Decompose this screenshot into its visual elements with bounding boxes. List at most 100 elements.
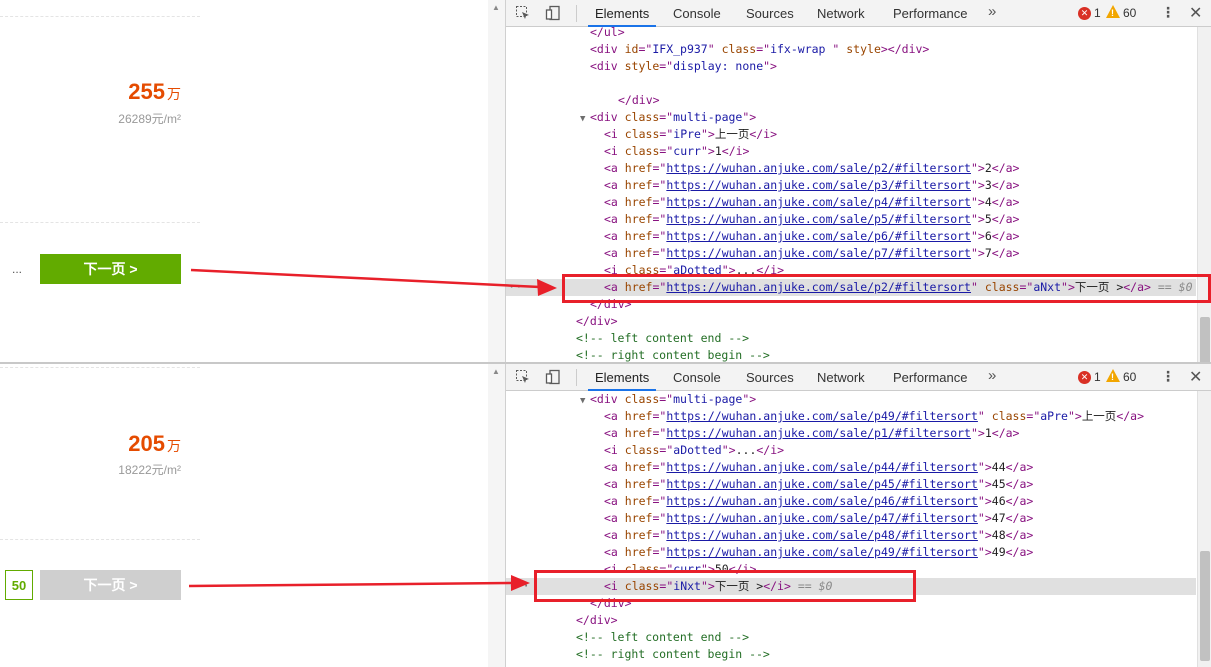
more-tabs-icon[interactable]: » [988,3,996,20]
href-link[interactable]: https://wuhan.anjuke.com/sale/p1/#filter… [666,426,971,440]
dom-node-line[interactable]: <a href="https://wuhan.anjuke.com/sale/p… [506,544,1196,561]
dom-node-line[interactable]: </div> [506,313,1196,330]
dom-node-line[interactable]: <a href="https://wuhan.anjuke.com/sale/p… [506,177,1196,194]
href-link[interactable]: https://wuhan.anjuke.com/sale/p45/#filte… [666,477,978,491]
code-token: </a> [991,229,1020,243]
warning-count[interactable]: 60 [1123,370,1136,384]
dom-node-line[interactable]: <i class="iPre">上一页</i> [506,126,1196,143]
code-token: "> [970,195,985,209]
href-link[interactable]: https://wuhan.anjuke.com/sale/p47/#filte… [666,511,978,525]
page-scrollbar[interactable]: ▲ [488,364,505,667]
inspect-icon[interactable] [515,369,531,385]
dom-node-line[interactable]: <a href="https://wuhan.anjuke.com/sale/p… [506,425,1196,442]
dom-node-line[interactable]: <div style="display: none"> [506,58,1196,75]
code-token: <a [604,511,625,525]
close-icon[interactable]: ✕ [1189,367,1202,387]
code-token: href [624,195,653,209]
href-link[interactable]: https://wuhan.anjuke.com/sale/p3/#filter… [666,178,971,192]
scroll-up-icon[interactable]: ▲ [492,367,500,376]
dom-node-line[interactable]: <a href="https://wuhan.anjuke.com/sale/p… [506,228,1196,245]
dom-node-line[interactable]: <i class="curr">1</i> [506,143,1196,160]
error-count[interactable]: 1 [1094,370,1101,384]
dom-node-line[interactable]: </div> [506,92,1196,109]
scroll-up-icon[interactable]: ▲ [492,3,500,12]
dom-node-line[interactable]: <div id="IFX_p937" class="ifx-wrap " sty… [506,41,1196,58]
tab-console[interactable]: Console [673,364,721,391]
dom-node-line[interactable]: <a href="https://wuhan.anjuke.com/sale/p… [506,476,1196,493]
kebab-menu-icon[interactable]: ⋮ [1161,368,1175,385]
dom-node-line[interactable]: ▼ <div class="multi-page"> [506,391,1196,408]
inspect-icon[interactable] [515,5,531,21]
next-page-button[interactable]: 下一页 > [40,254,181,284]
code-token: " [977,409,992,423]
scrollbar-thumb[interactable] [1200,551,1210,661]
code-token: =" [1026,409,1041,423]
tab-sources[interactable]: Sources [746,364,794,391]
dom-node-line[interactable]: </div> [506,612,1196,629]
device-toolbar-icon[interactable] [545,5,561,21]
code-token: 上一页 [1081,409,1117,423]
error-icon[interactable]: ✕ [1078,371,1091,384]
warning-count[interactable]: 60 [1123,6,1136,20]
code-token: <a [604,229,625,243]
warning-icon[interactable]: ! [1106,369,1120,382]
dom-node-line[interactable]: <a href="https://wuhan.anjuke.com/sale/p… [506,160,1196,177]
dom-node-line[interactable]: <a href="https://wuhan.anjuke.com/sale/p… [506,211,1196,228]
code-token: "> [970,212,985,226]
href-link[interactable]: https://wuhan.anjuke.com/sale/p48/#filte… [666,528,978,542]
tab-elements[interactable]: Elements [588,364,657,391]
dom-tree-scrollbar[interactable] [1197,391,1211,667]
kebab-menu-icon[interactable]: ⋮ [1161,4,1175,21]
href-link[interactable]: https://wuhan.anjuke.com/sale/p7/#filter… [666,246,971,260]
tab-elements[interactable]: Elements [588,0,657,27]
dom-node-line[interactable]: <!-- left content end --> [506,629,1196,646]
dom-node-line[interactable]: </ul> [506,27,1196,41]
devtools-toolbar: Elements Console Sources Network Perform… [506,0,1211,27]
code-token: href [624,477,653,491]
href-link[interactable]: https://wuhan.anjuke.com/sale/p2/#filter… [666,161,971,175]
href-link[interactable]: https://wuhan.anjuke.com/sale/p46/#filte… [666,494,978,508]
device-toolbar-icon[interactable] [545,369,561,385]
tab-performance[interactable]: Performance [893,0,967,27]
code-token: =" [652,246,667,260]
href-link[interactable]: https://wuhan.anjuke.com/sale/p49/#filte… [666,409,978,423]
dom-node-line[interactable]: ▼ <div class="multi-page"> [506,109,1196,126]
dom-node-line[interactable]: <!-- left content end --> [506,330,1196,347]
code-token: href [624,212,653,226]
scrollbar-thumb[interactable] [1200,317,1210,362]
href-link[interactable]: https://wuhan.anjuke.com/sale/p44/#filte… [666,460,978,474]
dom-node-line[interactable]: <!-- right content begin --> [506,347,1196,362]
dom-node-line[interactable]: <a href="https://wuhan.anjuke.com/sale/p… [506,459,1196,476]
href-link[interactable]: https://wuhan.anjuke.com/sale/p49/#filte… [666,545,978,559]
dom-node-line[interactable]: <a href="https://wuhan.anjuke.com/sale/p… [506,493,1196,510]
tab-performance[interactable]: Performance [893,364,967,391]
dom-tree-scrollbar[interactable] [1197,27,1211,362]
page-scrollbar[interactable]: ▲ [488,0,505,362]
dom-node-line[interactable]: <a href="https://wuhan.anjuke.com/sale/p… [506,245,1196,262]
code-token: <a [604,161,625,175]
href-link[interactable]: https://wuhan.anjuke.com/sale/p5/#filter… [666,212,971,226]
bottom-panel: 205 万 18222元/m² 50 下一页 > ▲ Elements Conso… [0,364,1211,667]
href-link[interactable]: https://wuhan.anjuke.com/sale/p4/#filter… [666,195,971,209]
tab-sources[interactable]: Sources [746,0,794,27]
code-token: </a> [1116,409,1145,423]
tab-network[interactable]: Network [817,0,865,27]
error-count[interactable]: 1 [1094,6,1101,20]
dom-node-line[interactable]: <a href="https://wuhan.anjuke.com/sale/p… [506,408,1196,425]
href-link[interactable]: https://wuhan.anjuke.com/sale/p6/#filter… [666,229,971,243]
code-token: <a [604,477,625,491]
dom-node-line[interactable]: <i class="aDotted">...</i> [506,442,1196,459]
error-icon[interactable]: ✕ [1078,7,1091,20]
tab-network[interactable]: Network [817,364,865,391]
warning-icon[interactable]: ! [1106,5,1120,18]
tab-console[interactable]: Console [673,0,721,27]
code-token: <i [604,443,625,457]
close-icon[interactable]: ✕ [1189,3,1202,23]
more-tabs-icon[interactable]: » [988,367,996,384]
code-token: 1 [984,426,992,440]
dom-node-line[interactable] [506,75,1196,92]
dom-node-line[interactable]: <a href="https://wuhan.anjuke.com/sale/p… [506,194,1196,211]
dom-node-line[interactable]: <a href="https://wuhan.anjuke.com/sale/p… [506,510,1196,527]
dom-node-line[interactable]: <a href="https://wuhan.anjuke.com/sale/p… [506,527,1196,544]
dom-node-line[interactable]: <!-- right content begin --> [506,646,1196,663]
